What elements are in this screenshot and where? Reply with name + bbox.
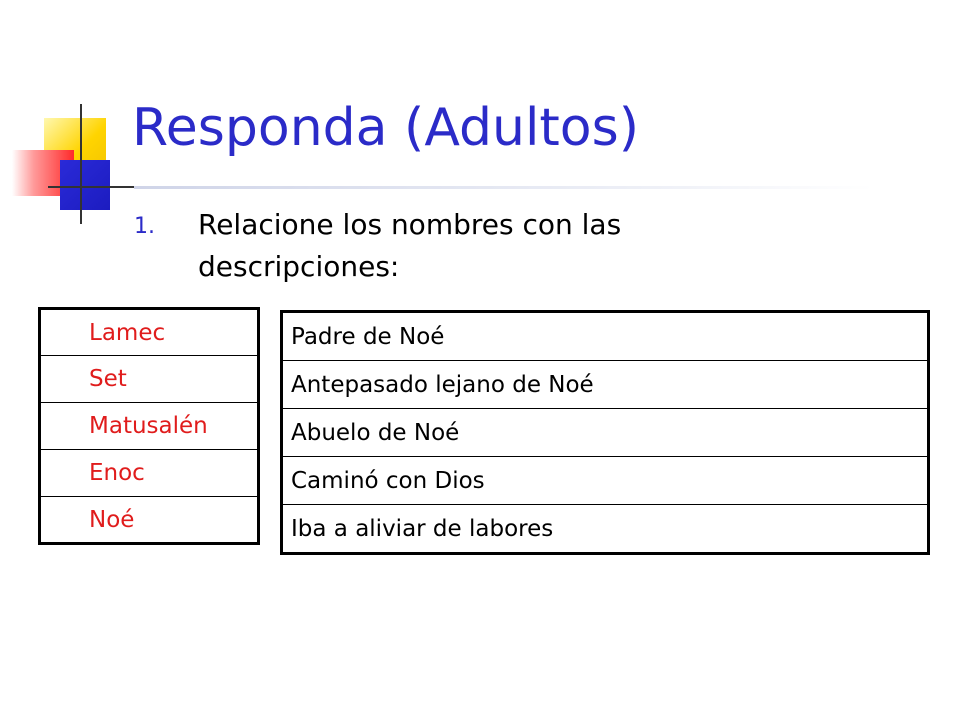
name-cell: Matusalén [39,402,259,450]
table-row: Iba a aliviar de labores [282,505,929,554]
description-cell: Padre de Noé [281,311,929,361]
name-cell: Lamec [39,308,259,356]
table-row: Antepasado lejano de Noé [281,360,929,409]
names-table: Lamec Set Matusalén Enoc Noé [38,307,260,545]
description-cell: Antepasado lejano de Noé [281,360,929,409]
decorative-logo [0,0,140,230]
descriptions-table: Padre de Noé Antepasado lejano de Noé Ab… [280,310,930,555]
name-cell: Noé [89,506,135,533]
slide: Responda (Adultos) 1. Relacione los nomb… [0,0,960,720]
description-cell: Abuelo de Noé [281,408,929,457]
table-row: Enoc [39,449,259,497]
description-cell: Caminó con Dios [281,456,929,505]
logo-vertical-line [80,104,82,224]
name-cell: Set [39,355,259,403]
table-row: Abuelo de Noé [281,408,929,457]
slide-title: Responda (Adultos) [132,98,639,158]
logo-horizontal-line [48,186,134,188]
title-divider [134,186,874,189]
table-row: Padre de Noé [281,311,929,361]
table-row: Matusalén [39,402,259,450]
item-text: Relacione los nombres con las descripcio… [198,208,622,283]
table-row: Caminó con Dios [281,456,929,505]
table-row: Noé [40,497,259,544]
table-row: Lamec [39,308,259,356]
table-row: Set [39,355,259,403]
name-cell: Enoc [39,449,259,497]
item-number: 1. [134,214,155,239]
description-cell: Iba a aliviar de labores [291,515,554,542]
logo-blue-square [60,160,110,210]
